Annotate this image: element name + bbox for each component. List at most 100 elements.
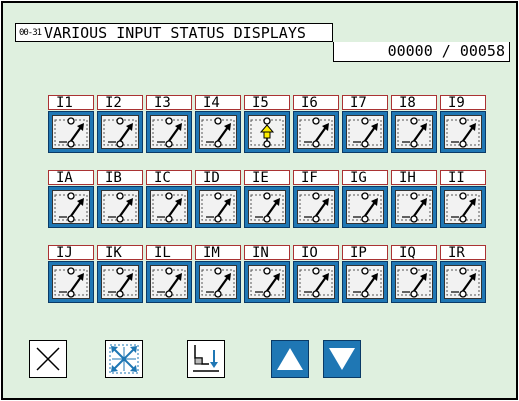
scroll-up-button[interactable] xyxy=(271,340,309,378)
input-status-if[interactable]: IF xyxy=(293,170,339,230)
input-status-i5[interactable]: I5 xyxy=(244,95,290,155)
switch-button[interactable] xyxy=(293,111,339,153)
input-status-in[interactable]: IN xyxy=(244,245,290,305)
input-status-ig[interactable]: IG xyxy=(342,170,388,230)
input-status-i6[interactable]: I6 xyxy=(293,95,339,155)
input-label: IB xyxy=(97,170,143,185)
switch-open-icon xyxy=(152,267,186,298)
switch-button[interactable] xyxy=(244,186,290,228)
input-status-i3[interactable]: I3 xyxy=(146,95,192,155)
input-status-ik[interactable]: IK xyxy=(97,245,143,305)
switch-button[interactable] xyxy=(440,111,486,153)
input-label: II xyxy=(440,170,486,185)
switch-button[interactable] xyxy=(97,186,143,228)
switch-button[interactable] xyxy=(244,111,290,153)
switch-open-icon xyxy=(152,117,186,148)
input-label: IQ xyxy=(391,245,437,260)
input-status-ii[interactable]: II xyxy=(440,170,486,230)
switch-open-icon xyxy=(299,192,333,223)
switch-open-icon xyxy=(152,192,186,223)
switch-button[interactable] xyxy=(195,111,241,153)
input-status-io[interactable]: IO xyxy=(293,245,339,305)
input-status-ia[interactable]: IA xyxy=(48,170,94,230)
triangle-up-icon xyxy=(277,348,303,370)
switch-button[interactable] xyxy=(48,186,94,228)
input-status-il[interactable]: IL xyxy=(146,245,192,305)
switch-open-icon xyxy=(54,117,88,148)
switch-button[interactable] xyxy=(48,111,94,153)
input-status-i8[interactable]: I8 xyxy=(391,95,437,155)
switch-button[interactable] xyxy=(97,111,143,153)
screen-number-icon: 00-31 xyxy=(18,27,42,38)
close-button[interactable] xyxy=(29,340,67,378)
switch-button[interactable] xyxy=(293,261,339,303)
input-status-ib[interactable]: IB xyxy=(97,170,143,230)
switch-open-icon xyxy=(103,192,137,223)
input-label: I8 xyxy=(391,95,437,110)
switch-button[interactable] xyxy=(342,111,388,153)
switch-button[interactable] xyxy=(440,186,486,228)
switch-button[interactable] xyxy=(48,261,94,303)
expand-arrows-icon xyxy=(109,344,139,374)
switch-closed-icon xyxy=(250,117,284,148)
switch-button[interactable] xyxy=(146,111,192,153)
switch-open-icon xyxy=(201,117,235,148)
switch-open-icon xyxy=(348,267,382,298)
input-status-ie[interactable]: IE xyxy=(244,170,290,230)
switch-button[interactable] xyxy=(146,261,192,303)
input-label: I4 xyxy=(195,95,241,110)
input-status-iq[interactable]: IQ xyxy=(391,245,437,305)
switch-button[interactable] xyxy=(342,186,388,228)
input-label: IN xyxy=(244,245,290,260)
switch-open-icon xyxy=(250,267,284,298)
switch-open-icon xyxy=(446,192,480,223)
scan-button[interactable] xyxy=(105,340,143,378)
input-label: IA xyxy=(48,170,94,185)
input-status-ic[interactable]: IC xyxy=(146,170,192,230)
item-counter: 00000 / 00058 xyxy=(333,42,510,62)
input-status-i7[interactable]: I7 xyxy=(342,95,388,155)
input-label: IC xyxy=(146,170,192,185)
input-status-i1[interactable]: I1 xyxy=(48,95,94,155)
input-status-ih[interactable]: IH xyxy=(391,170,437,230)
input-label: ID xyxy=(195,170,241,185)
presser-foot-button[interactable] xyxy=(187,340,225,378)
input-status-i2[interactable]: I2 xyxy=(97,95,143,155)
input-status-i9[interactable]: I9 xyxy=(440,95,486,155)
input-label: IM xyxy=(195,245,241,260)
input-status-ip[interactable]: IP xyxy=(342,245,388,305)
switch-button[interactable] xyxy=(97,261,143,303)
input-status-ir[interactable]: IR xyxy=(440,245,486,305)
input-label: IL xyxy=(146,245,192,260)
scroll-down-button[interactable] xyxy=(323,340,361,378)
switch-button[interactable] xyxy=(391,261,437,303)
triangle-down-icon xyxy=(329,348,355,370)
input-label: I1 xyxy=(48,95,94,110)
switch-button[interactable] xyxy=(244,261,290,303)
switch-button[interactable] xyxy=(342,261,388,303)
input-label: IG xyxy=(342,170,388,185)
input-label: IH xyxy=(391,170,437,185)
switch-button[interactable] xyxy=(195,186,241,228)
input-label: IE xyxy=(244,170,290,185)
input-label: I7 xyxy=(342,95,388,110)
input-label: IO xyxy=(293,245,339,260)
presser-foot-down-icon xyxy=(193,345,219,372)
switch-button[interactable] xyxy=(195,261,241,303)
input-status-ij[interactable]: IJ xyxy=(48,245,94,305)
switch-open-icon xyxy=(397,192,431,223)
input-label: IR xyxy=(440,245,486,260)
input-status-im[interactable]: IM xyxy=(195,245,241,305)
switch-button[interactable] xyxy=(391,111,437,153)
input-label: IF xyxy=(293,170,339,185)
switch-open-icon xyxy=(397,117,431,148)
switch-button[interactable] xyxy=(146,186,192,228)
input-label: IK xyxy=(97,245,143,260)
switch-button[interactable] xyxy=(293,186,339,228)
switch-button[interactable] xyxy=(391,186,437,228)
page-title: VARIOUS INPUT STATUS DISPLAYS xyxy=(44,23,306,42)
input-status-id[interactable]: ID xyxy=(195,170,241,230)
switch-button[interactable] xyxy=(440,261,486,303)
switch-open-icon xyxy=(397,267,431,298)
input-status-i4[interactable]: I4 xyxy=(195,95,241,155)
